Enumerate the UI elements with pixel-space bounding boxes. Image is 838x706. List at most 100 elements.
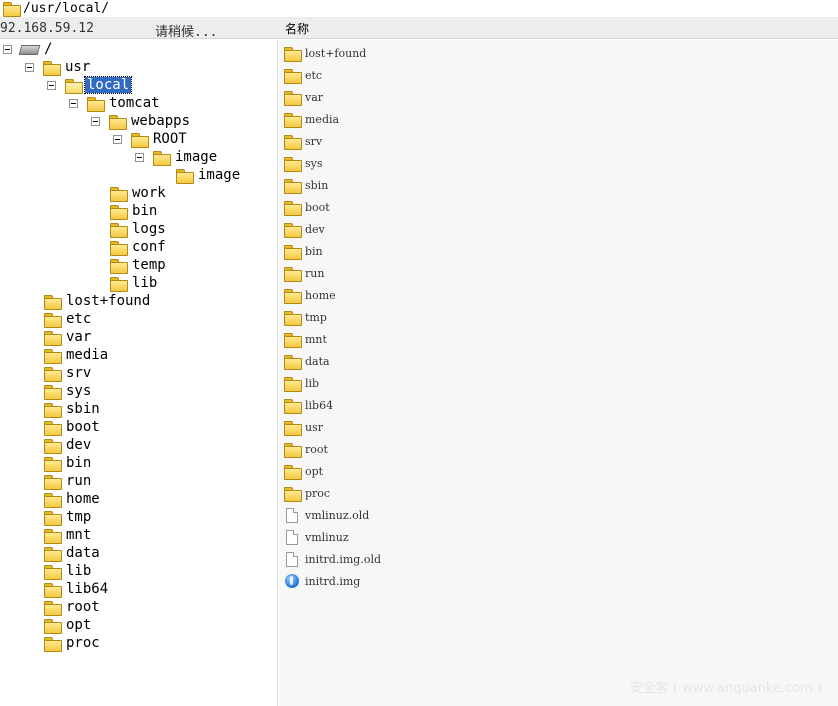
list-item[interactable]: lib bbox=[284, 374, 319, 392]
folder-icon bbox=[284, 310, 302, 326]
collapse-icon[interactable] bbox=[91, 116, 100, 126]
list-item-label: root bbox=[305, 442, 328, 456]
list-item[interactable]: sbin bbox=[284, 176, 328, 194]
tree-node-var[interactable]: var bbox=[44, 328, 93, 346]
tree-node-bin[interactable]: bin bbox=[110, 202, 159, 220]
list-item-file[interactable]: vmlinuz bbox=[284, 528, 349, 546]
list-item[interactable]: tmp bbox=[284, 308, 327, 326]
list-item[interactable]: proc bbox=[284, 484, 330, 502]
tree-node-sbin[interactable]: sbin bbox=[44, 400, 102, 418]
tree-label: media bbox=[66, 347, 109, 363]
list-item[interactable]: opt bbox=[284, 462, 323, 480]
tree-node-image[interactable]: image bbox=[135, 148, 219, 166]
tree-node-boot[interactable]: boot bbox=[44, 418, 102, 436]
tree-node-lib64[interactable]: lib64 bbox=[44, 580, 110, 598]
list-item-file[interactable]: initrd.img bbox=[284, 572, 360, 590]
tree-node-lib[interactable]: lib bbox=[110, 274, 159, 292]
tree-node-data[interactable]: data bbox=[44, 544, 102, 562]
tree-node-tomcat[interactable]: tomcat bbox=[69, 94, 162, 112]
collapse-icon[interactable] bbox=[135, 152, 144, 162]
tree-node-opt[interactable]: opt bbox=[44, 616, 93, 634]
collapse-icon[interactable] bbox=[69, 98, 78, 108]
list-item[interactable]: usr bbox=[284, 418, 323, 436]
folder-icon bbox=[44, 564, 62, 580]
list-item-label: tmp bbox=[305, 310, 327, 324]
list-item[interactable]: dev bbox=[284, 220, 325, 238]
collapse-icon[interactable] bbox=[3, 44, 12, 54]
tree-node-tmp[interactable]: tmp bbox=[44, 508, 93, 526]
list-item[interactable]: var bbox=[284, 88, 323, 106]
list-item-file[interactable]: initrd.img.old bbox=[284, 550, 381, 568]
tree-node-image-child[interactable]: image bbox=[176, 166, 242, 184]
tree-label: var bbox=[66, 329, 92, 345]
collapse-icon[interactable] bbox=[25, 62, 34, 72]
current-path: /usr/local/ bbox=[23, 1, 110, 16]
tree-node-bin-root[interactable]: bin bbox=[44, 454, 93, 472]
tree-node-media[interactable]: media bbox=[44, 346, 110, 364]
list-item[interactable]: lost+found bbox=[284, 44, 366, 62]
list-item[interactable]: media bbox=[284, 110, 339, 128]
folder-icon bbox=[284, 112, 302, 128]
tree-node-conf[interactable]: conf bbox=[110, 238, 168, 256]
collapse-icon[interactable] bbox=[47, 80, 56, 90]
tree-label: etc bbox=[66, 311, 92, 327]
tree-node-work[interactable]: work bbox=[110, 184, 168, 202]
list-item[interactable]: home bbox=[284, 286, 336, 304]
folder-icon bbox=[284, 354, 302, 370]
list-item[interactable]: lib64 bbox=[284, 396, 333, 414]
list-item[interactable]: etc bbox=[284, 66, 322, 84]
folder-icon bbox=[284, 244, 302, 260]
list-item-label: dev bbox=[305, 222, 325, 236]
tree-node-mnt[interactable]: mnt bbox=[44, 526, 93, 544]
drive-icon bbox=[20, 43, 38, 55]
tree-label: / bbox=[44, 41, 53, 57]
tree-node-webapps[interactable]: webapps bbox=[91, 112, 192, 130]
tree-node-temp[interactable]: temp bbox=[110, 256, 168, 274]
list-item[interactable]: run bbox=[284, 264, 324, 282]
folder-icon bbox=[110, 186, 128, 202]
tree-label: proc bbox=[66, 635, 100, 651]
tree-node-proc[interactable]: proc bbox=[44, 634, 102, 652]
tree-label: opt bbox=[66, 617, 92, 633]
tree-node-home[interactable]: home bbox=[44, 490, 102, 508]
tree-node-root[interactable]: / bbox=[3, 40, 54, 58]
tree-label: bin bbox=[66, 455, 92, 471]
list-item[interactable]: sys bbox=[284, 154, 323, 172]
tree-node-lib-root[interactable]: lib bbox=[44, 562, 93, 580]
list-item[interactable]: boot bbox=[284, 198, 330, 216]
tree-node-root-dir[interactable]: ROOT bbox=[113, 130, 189, 148]
tree-node-lost-found[interactable]: lost+found bbox=[44, 292, 152, 310]
folder-icon bbox=[44, 312, 62, 328]
tree-node-root-home[interactable]: root bbox=[44, 598, 102, 616]
tree-node-srv[interactable]: srv bbox=[44, 364, 93, 382]
list-item[interactable]: bin bbox=[284, 242, 323, 260]
folder-icon bbox=[44, 492, 62, 508]
list-item[interactable]: srv bbox=[284, 132, 322, 150]
folder-icon bbox=[284, 68, 302, 84]
tree-label: lib bbox=[132, 275, 158, 291]
file-icon bbox=[286, 551, 298, 567]
folder-icon bbox=[284, 288, 302, 304]
tree-label: temp bbox=[132, 257, 166, 273]
list-item-file[interactable]: vmlinuz.old bbox=[284, 506, 369, 524]
tree-node-dev[interactable]: dev bbox=[44, 436, 93, 454]
tree-label: usr bbox=[65, 59, 91, 75]
folder-icon bbox=[284, 266, 302, 282]
tree-node-run[interactable]: run bbox=[44, 472, 93, 490]
folder-icon bbox=[44, 384, 62, 400]
folder-icon bbox=[284, 464, 302, 480]
tree-node-usr[interactable]: usr bbox=[25, 58, 92, 76]
list-item[interactable]: root bbox=[284, 440, 328, 458]
tree-node-sys[interactable]: sys bbox=[44, 382, 93, 400]
tree-label: sys bbox=[66, 383, 92, 399]
tree-node-etc[interactable]: etc bbox=[44, 310, 93, 328]
tree-node-logs[interactable]: logs bbox=[110, 220, 168, 238]
list-item[interactable]: mnt bbox=[284, 330, 327, 348]
folder-icon bbox=[109, 114, 127, 130]
folder-icon bbox=[284, 46, 302, 62]
tree-node-local[interactable]: local bbox=[47, 76, 133, 94]
list-item[interactable]: data bbox=[284, 352, 330, 370]
folder-icon bbox=[44, 402, 62, 418]
collapse-icon[interactable] bbox=[113, 134, 122, 144]
column-header-name[interactable]: 名称 bbox=[285, 20, 309, 37]
